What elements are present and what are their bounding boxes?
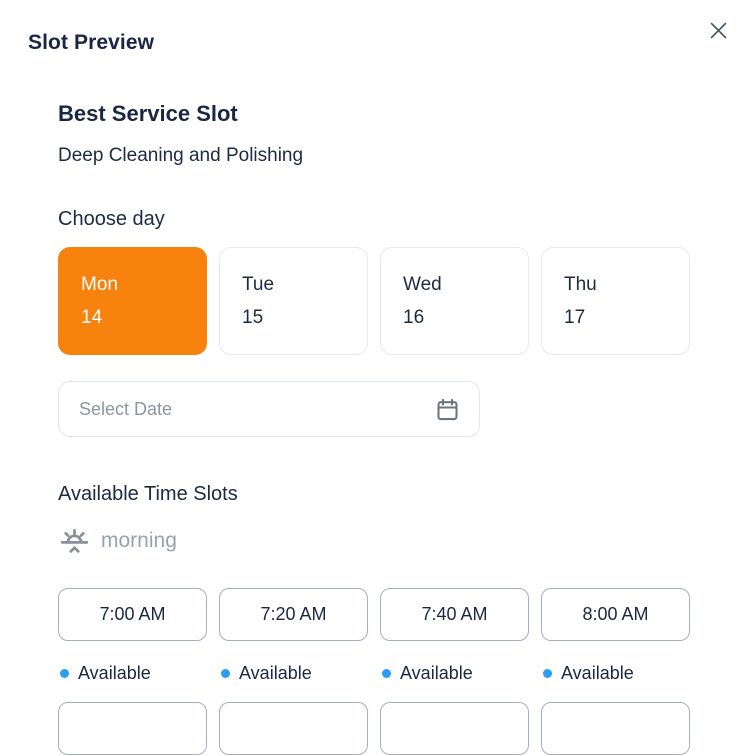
status-dot-icon [221,669,230,678]
status-label: Available [561,663,634,683]
day-selector: Mon 14 Tue 15 Wed 16 Thu 17 [58,247,692,355]
close-icon [709,21,728,43]
time-slots-heading: Available Time Slots [58,483,238,505]
status-label: Available [239,663,312,683]
modal-header: Slot Preview [0,0,740,56]
day-card-thu[interactable]: Thu 17 [541,247,690,355]
close-button[interactable] [704,18,732,46]
status-dot-icon [543,669,552,678]
service-description: Deep Cleaning and Polishing [58,145,304,166]
modal-content: Best Service Slot Deep Cleaning and Poli… [58,100,692,755]
sunrise-icon [58,526,91,556]
period-row: morning [58,524,692,558]
time-slot-button[interactable]: 8:00 AM [541,588,690,641]
date-input[interactable] [79,398,434,420]
availability-status: Available [380,663,529,684]
availability-status: Available [541,663,690,684]
status-label: Available [78,663,151,683]
availability-row: Available Available Available Available [58,663,692,684]
day-card-tue[interactable]: Tue 15 [219,247,368,355]
time-slot-row-2 [58,702,692,755]
time-slot-button[interactable]: 7:20 AM [219,588,368,641]
day-card-mon[interactable]: Mon 14 [58,247,207,355]
time-slot-button[interactable] [219,702,368,755]
time-slot-button[interactable] [541,702,690,755]
date-picker-field[interactable] [58,381,480,437]
status-dot-icon [382,669,391,678]
time-slot-button[interactable]: 7:40 AM [380,588,529,641]
day-date: 14 [81,307,103,328]
availability-status: Available [58,663,207,684]
time-slot-button[interactable]: 7:00 AM [58,588,207,641]
day-name: Mon [81,274,118,295]
choose-day-label: Choose day [58,208,165,230]
calendar-icon[interactable] [434,396,461,423]
day-name: Thu [564,274,597,295]
day-name: Tue [242,274,275,295]
time-slot-button[interactable] [58,702,207,755]
day-date: 17 [564,307,586,328]
service-name: Best Service Slot [58,101,238,126]
status-label: Available [400,663,473,683]
time-slot-row-1: 7:00 AM 7:20 AM 7:40 AM 8:00 AM [58,588,692,641]
page-title: Slot Preview [28,31,155,54]
period-label: morning [101,529,177,552]
day-date: 15 [242,307,264,328]
day-date: 16 [403,307,425,328]
availability-status: Available [219,663,368,684]
status-dot-icon [60,669,69,678]
day-name: Wed [403,274,442,295]
time-slot-button[interactable] [380,702,529,755]
day-card-wed[interactable]: Wed 16 [380,247,529,355]
